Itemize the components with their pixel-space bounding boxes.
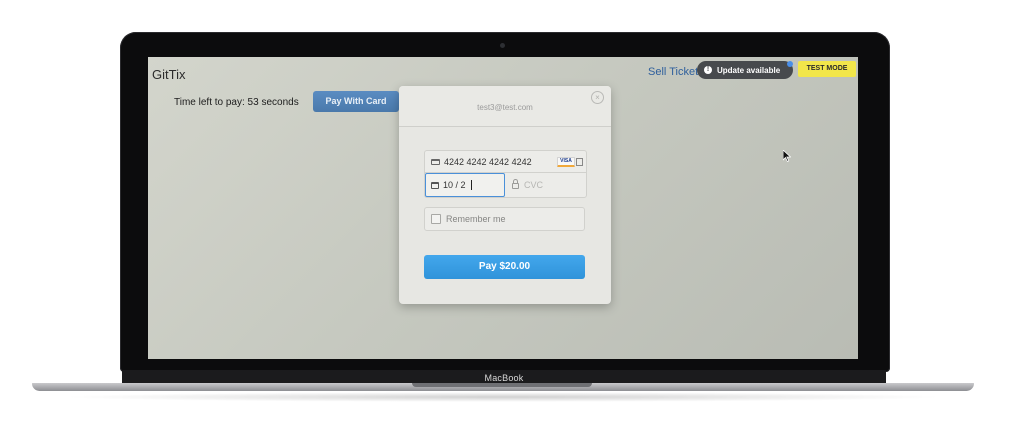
remember-me-row[interactable]: Remember me	[424, 207, 585, 231]
update-available-label: Update available	[717, 65, 781, 75]
card-scan-icon	[576, 158, 583, 166]
visa-card-icon: VISA	[557, 156, 583, 168]
card-details-group: 4242 4242 4242 4242 VISA 10 / 2 CVC	[424, 150, 587, 198]
expiry-date-field[interactable]: 10 / 2	[425, 173, 505, 197]
close-icon[interactable]: ×	[591, 91, 604, 104]
time-left-text: Time left to pay: 53 seconds	[174, 97, 299, 108]
laptop-screen: GitTix Sell Ticket ! Update available TE…	[148, 57, 858, 359]
remember-me-label: Remember me	[446, 214, 506, 224]
laptop-hinge-notch	[412, 383, 592, 387]
remember-me-checkbox[interactable]	[431, 214, 441, 224]
checkout-email: test3@test.com	[477, 103, 533, 112]
text-caret	[470, 180, 472, 190]
pay-with-card-button[interactable]: Pay With Card	[313, 91, 399, 112]
sell-ticket-link[interactable]: Sell Ticket	[648, 66, 698, 78]
camera-icon	[500, 43, 505, 48]
card-number-value: 4242 4242 4242 4242	[444, 156, 532, 167]
info-icon: !	[704, 66, 712, 74]
notification-dot-icon	[787, 61, 793, 67]
mouse-cursor-icon	[783, 150, 791, 162]
visa-logo-icon: VISA	[557, 157, 575, 167]
laptop-shadow	[60, 392, 946, 402]
pay-button[interactable]: Pay $20.00	[424, 255, 585, 279]
lock-icon	[512, 179, 519, 189]
expiry-value: 10 / 2	[443, 180, 466, 190]
app-title[interactable]: GitTix	[152, 67, 185, 82]
credit-card-icon	[431, 158, 440, 165]
checkout-modal: test3@test.com × 4242 4242 4242 4242 VIS…	[399, 86, 611, 304]
cvc-field[interactable]: CVC	[507, 173, 586, 197]
update-available-pill[interactable]: ! Update available	[697, 61, 793, 79]
calendar-icon	[431, 181, 439, 189]
test-mode-badge: TEST MODE	[798, 61, 856, 77]
cvc-placeholder: CVC	[524, 180, 544, 190]
